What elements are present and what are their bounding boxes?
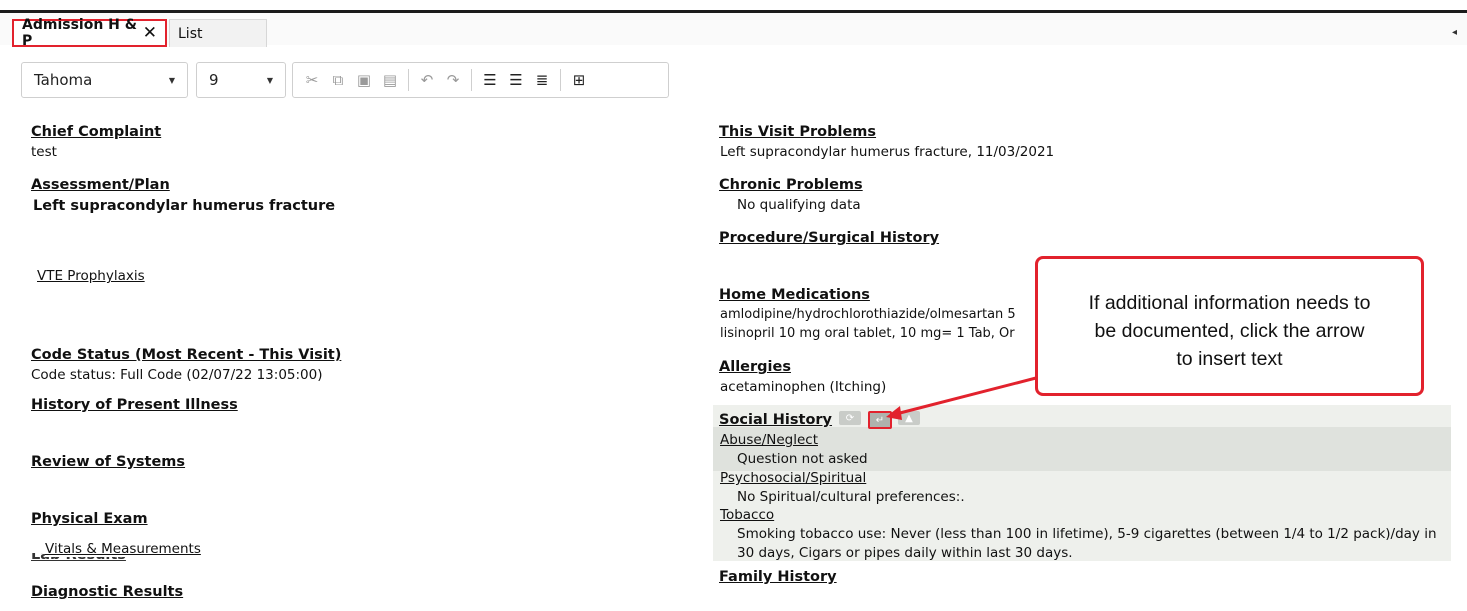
home-medications-title: Home Medications — [719, 287, 870, 303]
ros-title: Review of Systems — [31, 454, 186, 470]
chronic-problems-value: No qualifying data — [737, 197, 861, 213]
family-history-title: Family History — [719, 569, 837, 585]
tobacco-value-continued: 30 days, Cigars or pipes daily within la… — [737, 545, 1073, 561]
psychosocial-title: Psychosocial/Spiritual — [720, 470, 867, 486]
toolbar-separator — [471, 69, 472, 91]
visit-problems-value: Left supracondylar humerus fracture, 11/… — [720, 144, 1055, 160]
social-history-title: Social History — [719, 412, 833, 428]
cut-icon[interactable]: ✂ — [299, 67, 325, 93]
hpi-title: History of Present Illness — [31, 397, 238, 413]
tobacco-title: Tobacco — [720, 507, 775, 523]
font-size-value: 9 — [209, 71, 219, 89]
chevron-down-icon: ▼ — [168, 75, 175, 85]
format-button-group: ✂ ⧉ ▣ ▤ ↶ ↷ ☰ ☰ ≣ ⊞ — [292, 62, 669, 98]
close-icon[interactable]: ✕ — [143, 23, 157, 43]
code-status-value: Code status: Full Code (02/07/22 13:05:0… — [31, 367, 323, 383]
toolbar-separator — [560, 69, 561, 91]
insert-arrow-icon[interactable]: ↵ — [868, 411, 892, 429]
home-medication-item: lisinopril 10 mg oral tablet, 10 mg= 1 T… — [720, 326, 1015, 341]
diagnostic-results-title: Diagnostic Results — [31, 584, 184, 600]
tab-label: Admission H & P — [22, 17, 137, 49]
window-top — [0, 0, 1467, 10]
chronic-problems-title: Chronic Problems — [719, 177, 863, 193]
font-family-select[interactable]: Tahoma ▼ — [21, 62, 188, 98]
chief-complaint-value: test — [31, 144, 57, 160]
refresh-icon[interactable]: ⟳ — [839, 411, 861, 425]
instruction-callout: If additional information needs to be do… — [1035, 256, 1424, 396]
insert-field-icon[interactable]: ⊞ — [566, 67, 592, 93]
align-right-icon[interactable]: ☰ — [503, 67, 529, 93]
visit-problems-title: This Visit Problems — [719, 124, 877, 140]
callout-line: If additional information needs to — [1088, 292, 1371, 314]
tobacco-value: Smoking tobacco use: Never (less than 10… — [737, 526, 1437, 542]
vitals-measurements-link[interactable]: Vitals & Measurements — [45, 541, 201, 557]
collapse-arrow-icon[interactable]: ◂ — [1452, 27, 1457, 38]
justify-icon[interactable]: ≣ — [529, 67, 555, 93]
font-size-select[interactable]: 9 ▼ — [196, 62, 286, 98]
chevron-down-icon: ▼ — [266, 75, 273, 85]
code-status-title: Code Status (Most Recent - This Visit) — [31, 347, 342, 363]
callout-line: be documented, click the arrow — [1094, 320, 1365, 342]
editor-toolbar: Tahoma ▼ 9 ▼ ✂ ⧉ ▣ ▤ ↶ ↷ ☰ ☰ ≣ ⊞ — [10, 55, 1467, 105]
paste-special-icon[interactable]: ▤ — [377, 67, 403, 93]
psychosocial-value: No Spiritual/cultural preferences:. — [737, 489, 965, 505]
callout-line: to insert text — [1176, 348, 1283, 370]
tab-admission-hp[interactable]: Admission H & P ✕ — [12, 17, 167, 49]
physical-exam-title: Physical Exam — [31, 511, 148, 527]
collapse-up-icon[interactable]: ▲ — [898, 411, 920, 425]
chief-complaint-title: Chief Complaint — [31, 124, 162, 140]
home-medication-item: amlodipine/hydrochlorothiazide/olmesarta… — [720, 307, 1016, 322]
allergies-value: acetaminophen (Itching) — [720, 379, 887, 395]
procedure-history-title: Procedure/Surgical History — [719, 230, 940, 246]
tab-label: List — [178, 25, 203, 42]
tab-strip: Admission H & P ✕ List ◂ — [0, 10, 1467, 49]
copy-icon[interactable]: ⧉ — [325, 67, 351, 93]
vte-prophylaxis-link[interactable]: VTE Prophylaxis — [37, 268, 145, 284]
redo-icon[interactable]: ↷ — [440, 67, 466, 93]
toolbar-separator — [408, 69, 409, 91]
undo-icon[interactable]: ↶ — [414, 67, 440, 93]
abuse-neglect-value: Question not asked — [737, 451, 868, 467]
paste-icon[interactable]: ▣ — [351, 67, 377, 93]
assessment-plan-title: Assessment/Plan — [31, 177, 170, 193]
tab-list[interactable]: List — [169, 19, 267, 47]
font-family-value: Tahoma — [34, 71, 93, 89]
align-center-icon[interactable]: ☰ — [477, 67, 503, 93]
allergies-title: Allergies — [719, 359, 791, 375]
assessment-plan-value: Left supracondylar humerus fracture — [33, 198, 336, 214]
abuse-neglect-title: Abuse/Neglect — [720, 432, 818, 448]
